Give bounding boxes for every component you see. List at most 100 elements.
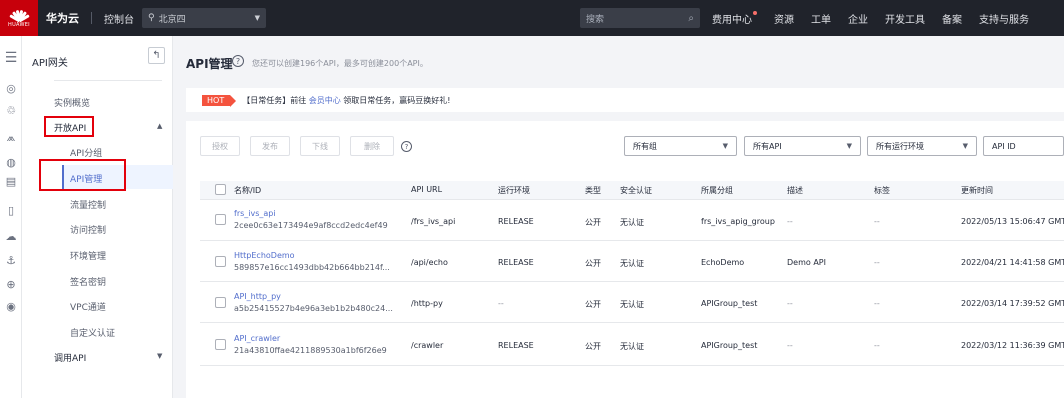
api-id: 2cee0c63e173494e9af8ccd2edc4ef49 — [234, 221, 388, 230]
search-field-select[interactable]: API ID — [983, 136, 1064, 156]
chevron-up-icon[interactable]: ▲ — [157, 122, 162, 130]
row-checkbox[interactable] — [215, 214, 226, 225]
api-auth: 无认证 — [620, 342, 644, 351]
settings-circle-icon[interactable]: ◉ — [3, 298, 19, 314]
api-name-link[interactable]: HttpEchoDemo — [234, 251, 295, 260]
nav-item-overview[interactable]: 实例概览 — [54, 96, 90, 109]
api-filter-select[interactable]: 所有API ▼ — [744, 136, 861, 156]
enterprise-link[interactable]: 企业 — [848, 11, 868, 26]
topbar-divider — [91, 12, 92, 24]
notice-prefix: 【日常任务】前往 — [242, 95, 307, 105]
api-type: 公开 — [585, 342, 601, 351]
nav-group-call-api[interactable]: 调用API — [54, 351, 86, 364]
row-divider — [200, 322, 1064, 323]
collapse-nav-button[interactable]: ↰ — [148, 47, 165, 64]
region-select[interactable]: ⚲ 北京四 ▼ — [142, 8, 266, 28]
help-icon[interactable]: ? — [232, 55, 244, 67]
group-filter-select[interactable]: 所有组 ▼ — [624, 136, 737, 156]
huawei-petals-icon — [9, 9, 30, 22]
api-env: RELEASE — [498, 258, 534, 267]
api-env: -- — [498, 299, 504, 308]
api-type: 公开 — [585, 300, 601, 309]
anchor-icon[interactable]: ⚓ — [3, 252, 19, 268]
api-tag: -- — [874, 217, 880, 226]
api-updated: 2022/05/13 15:06:47 GMT+ — [961, 217, 1064, 226]
row-divider — [200, 281, 1064, 282]
api-updated: 2022/04/21 14:41:58 GMT+ — [961, 258, 1064, 267]
nav-item-env-manage[interactable]: 环境管理 — [70, 249, 106, 262]
row-checkbox[interactable] — [215, 256, 226, 267]
api-id: a5b25415527b4e96a3eb1b2b480c24... — [234, 304, 393, 313]
top-bar: HUAWEI 华为云 控制台 ⚲ 北京四 ▼ 搜索 ⌕ 费用中心 资源 工单 企… — [0, 0, 1064, 36]
globe-icon[interactable]: ⊕ — [3, 276, 19, 292]
console-link[interactable]: 控制台 — [104, 11, 134, 26]
select-all-checkbox[interactable] — [215, 184, 226, 195]
api-group: EchoDemo — [701, 258, 745, 267]
global-search-input[interactable]: 搜索 ⌕ — [580, 8, 700, 28]
nav-item-api-group[interactable]: API分组 — [70, 146, 102, 159]
nav-item-throttle[interactable]: 流量控制 — [70, 198, 106, 211]
api-name-link[interactable]: API_crawler — [234, 334, 280, 343]
env-filter-select[interactable]: 所有运行环境 ▼ — [867, 136, 977, 156]
chevron-down-icon: ▼ — [722, 142, 728, 150]
api-auth: 无认证 — [620, 300, 644, 309]
nodes-icon[interactable]: ♲ — [3, 102, 19, 118]
server-icon[interactable]: ▤ — [3, 173, 19, 189]
nav-item-custom-auth[interactable]: 自定义认证 — [70, 326, 115, 339]
menu-icon[interactable]: ☰ — [3, 50, 19, 66]
member-center-link[interactable]: 会员中心 — [309, 96, 341, 105]
location-pin-icon: ⚲ — [148, 13, 155, 23]
service-icon-rail: ☰ ◎ ♲ ⩕ ◍ ▤ ▯ ☁ ⚓ ⊕ ◉ — [0, 36, 22, 398]
filing-link[interactable]: 备案 — [942, 11, 962, 26]
chevron-down-icon: ▼ — [254, 14, 260, 22]
page-title: API管理 — [186, 57, 233, 71]
support-link[interactable]: 支持与服务 — [979, 11, 1029, 26]
api-tag: -- — [874, 258, 880, 267]
billing-center-link[interactable]: 费用中心 — [712, 10, 757, 26]
logo-text: HUAWEI — [8, 21, 30, 28]
api-name-link[interactable]: frs_ivs_api — [234, 209, 276, 218]
api-type: 公开 — [585, 259, 601, 268]
region-value: 北京四 — [158, 14, 186, 25]
billing-center-label: 费用中心 — [712, 14, 752, 26]
row-checkbox[interactable] — [215, 339, 226, 350]
api-desc: -- — [787, 217, 793, 226]
storage-icon[interactable]: ◍ — [3, 154, 19, 170]
toolbar-help-icon[interactable]: ? — [401, 141, 412, 152]
column-header: API URL — [411, 185, 443, 194]
row-divider — [200, 240, 1064, 241]
api-id: 21a43810ffae4211889530a1bf6f26e9 — [234, 346, 387, 355]
nav-item-vpc-channel[interactable]: VPC通道 — [70, 300, 106, 313]
row-divider — [200, 365, 1064, 366]
search-field-value: API ID — [992, 141, 1016, 151]
column-header: 描述 — [787, 186, 803, 195]
nav-item-access-control[interactable]: 访问控制 — [70, 223, 106, 236]
dev-tools-link[interactable]: 开发工具 — [885, 11, 925, 26]
column-header[interactable]: 名称/ID — [234, 185, 261, 196]
chart-icon[interactable]: ⩕ — [3, 130, 19, 146]
resources-link[interactable]: 资源 — [774, 11, 794, 26]
api-tag: -- — [874, 299, 880, 308]
authorize-button[interactable]: 授权 — [200, 136, 240, 156]
group-filter-value: 所有组 — [633, 141, 657, 151]
column-header: 所属分组 — [701, 186, 733, 195]
search-icon[interactable]: ⌕ — [688, 13, 694, 24]
offline-button[interactable]: 下线 — [300, 136, 340, 156]
chevron-down-icon: ▼ — [846, 142, 852, 150]
chevron-down-icon[interactable]: ▼ — [157, 352, 162, 360]
nav-item-signature[interactable]: 签名密钥 — [70, 275, 106, 288]
tickets-link[interactable]: 工单 — [811, 11, 831, 26]
row-checkbox[interactable] — [215, 297, 226, 308]
api-env: RELEASE — [498, 341, 534, 350]
api-updated: 2022/03/14 17:39:52 GMT+ — [961, 299, 1064, 308]
api-tag: -- — [874, 341, 880, 350]
cloud-service-icon[interactable]: ☁ — [3, 228, 19, 244]
api-desc: -- — [787, 341, 793, 350]
publish-button[interactable]: 发布 — [250, 136, 290, 156]
document-icon[interactable]: ▯ — [3, 202, 19, 218]
cloud-icon[interactable]: ◎ — [3, 80, 19, 96]
api-name-link[interactable]: API_http_py — [234, 292, 281, 301]
brand-name[interactable]: 华为云 — [46, 10, 79, 26]
delete-button[interactable]: 删除 — [350, 136, 394, 156]
huawei-logo[interactable]: HUAWEI — [0, 0, 38, 36]
